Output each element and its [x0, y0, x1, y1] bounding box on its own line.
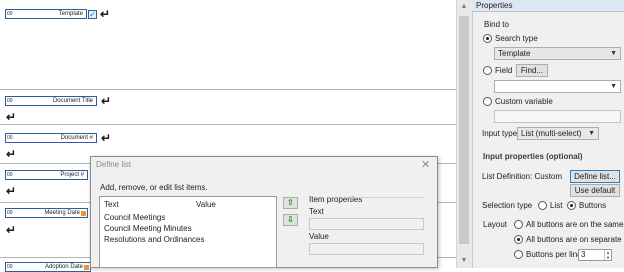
input-type-label: Input type	[482, 129, 518, 138]
input-properties-heading: Input properties (optional)	[483, 152, 583, 161]
field-label: Template	[58, 11, 83, 17]
find-button[interactable]: Find...	[516, 64, 548, 77]
field-select[interactable]: ▼	[494, 80, 621, 93]
input-type-select[interactable]: List (multi-select) ▼	[517, 127, 599, 140]
layout-label: Layout	[483, 220, 508, 229]
field-label: Meeting Date	[44, 210, 80, 216]
section-divider	[0, 124, 456, 125]
field-tag: 00	[7, 135, 13, 141]
column-header-value[interactable]: Value	[196, 200, 216, 210]
selection-list-radio[interactable]	[538, 201, 547, 210]
spin-arrows-icon[interactable]: ▲ ▼	[604, 250, 611, 260]
list-definition-label: List Definition: Custom	[482, 172, 563, 181]
item-value-input[interactable]	[309, 243, 424, 255]
chevron-down-icon: ▼	[610, 50, 617, 57]
close-icon[interactable]: ✕	[421, 158, 430, 171]
field-label: Project #	[60, 172, 84, 178]
list-item[interactable]: Council Meeting Minutes	[104, 224, 192, 234]
search-type-select[interactable]: Template ▼	[494, 47, 621, 60]
move-down-button[interactable]: ⇩	[283, 214, 298, 226]
selection-buttons-radio[interactable]	[567, 201, 576, 210]
chevron-down-icon: ▼	[610, 83, 617, 90]
search-type-label[interactable]: Search type	[495, 34, 538, 44]
layout-separate-lines-radio[interactable]	[514, 235, 523, 244]
layout-separate-lines-label[interactable]: All buttons are on separate lines	[526, 235, 624, 245]
layout-per-line-radio[interactable]	[514, 250, 523, 259]
field-radio[interactable]	[483, 66, 492, 75]
bind-to-label: Bind to	[484, 20, 509, 29]
adoption-date-field[interactable]: 00 Adoption Date	[5, 262, 91, 272]
selection-type-label: Selection type	[482, 201, 533, 210]
search-type-radio[interactable]	[483, 34, 492, 43]
use-default-button[interactable]: Use default	[570, 184, 620, 197]
group-divider	[350, 197, 424, 198]
selection-buttons-label[interactable]: Buttons	[579, 201, 606, 211]
calendar-icon	[81, 211, 86, 216]
field-label: Adoption Date	[44, 264, 83, 270]
line-break-icon: ↵	[6, 147, 17, 161]
document-number-field[interactable]: 00 Document #	[5, 133, 97, 143]
line-break-icon: ↵	[6, 223, 17, 237]
list-item[interactable]: Council Meetings	[104, 213, 165, 223]
layout-same-line-radio[interactable]	[514, 220, 523, 229]
define-list-button[interactable]: Define list...	[570, 170, 620, 183]
move-up-button[interactable]: ⇧	[283, 197, 298, 209]
layout-per-line-label[interactable]: Buttons per line	[526, 250, 582, 260]
line-break-icon: ↵	[100, 7, 111, 21]
custom-variable-label[interactable]: Custom variable	[495, 97, 553, 107]
project-number-field[interactable]: 00 Project #	[5, 170, 88, 180]
scrollbar-thumb[interactable]	[459, 16, 469, 244]
field-tag: 00	[7, 98, 13, 104]
field-tag: 00	[7, 210, 13, 216]
custom-variable-radio[interactable]	[483, 97, 492, 106]
line-break-icon: ↵	[101, 131, 112, 145]
layout-same-line-label[interactable]: All buttons are on the same line	[526, 220, 624, 230]
buttons-per-line-value: 3	[581, 250, 586, 259]
dialog-title: Define list	[96, 160, 132, 169]
line-break-icon: ↵	[6, 110, 17, 124]
column-header-text[interactable]: Text	[104, 200, 119, 210]
item-value-label: Value	[309, 232, 329, 241]
scroll-down-arrow-icon[interactable]: ▼	[459, 256, 469, 266]
line-break-icon: ↵	[6, 184, 17, 198]
search-type-value: Template	[498, 49, 531, 58]
properties-title: Properties	[472, 0, 624, 12]
field-tag: 00	[7, 11, 13, 17]
list-item[interactable]: Resolutions and Ordinances	[104, 235, 205, 245]
scroll-up-arrow-icon[interactable]: ▲	[459, 2, 469, 12]
item-text-input[interactable]	[309, 218, 424, 230]
field-tag: 00	[7, 264, 13, 270]
line-break-icon: ↵	[101, 94, 112, 108]
document-title-field[interactable]: 00 Document Title	[5, 96, 97, 106]
field-label: Document Title	[52, 98, 93, 104]
field-tag: 00	[7, 172, 13, 178]
chevron-down-icon: ▼	[588, 130, 595, 137]
custom-variable-input[interactable]	[494, 110, 621, 123]
template-checkbox[interactable]: ✓	[88, 10, 97, 19]
meeting-date-field[interactable]: 00 Meeting Date	[5, 208, 88, 218]
buttons-per-line-stepper[interactable]: 3 ▲ ▼	[578, 249, 612, 261]
selection-list-label[interactable]: List	[550, 201, 562, 211]
field-label[interactable]: Field	[495, 66, 512, 76]
section-divider	[0, 89, 456, 90]
field-label: Document #	[60, 135, 93, 141]
input-type-value: List (multi-select)	[521, 129, 582, 138]
item-text-label: Text	[309, 207, 324, 216]
template-field[interactable]: 00 Template	[5, 9, 87, 19]
dialog-instruction: Add, remove, or edit list items.	[100, 183, 208, 192]
